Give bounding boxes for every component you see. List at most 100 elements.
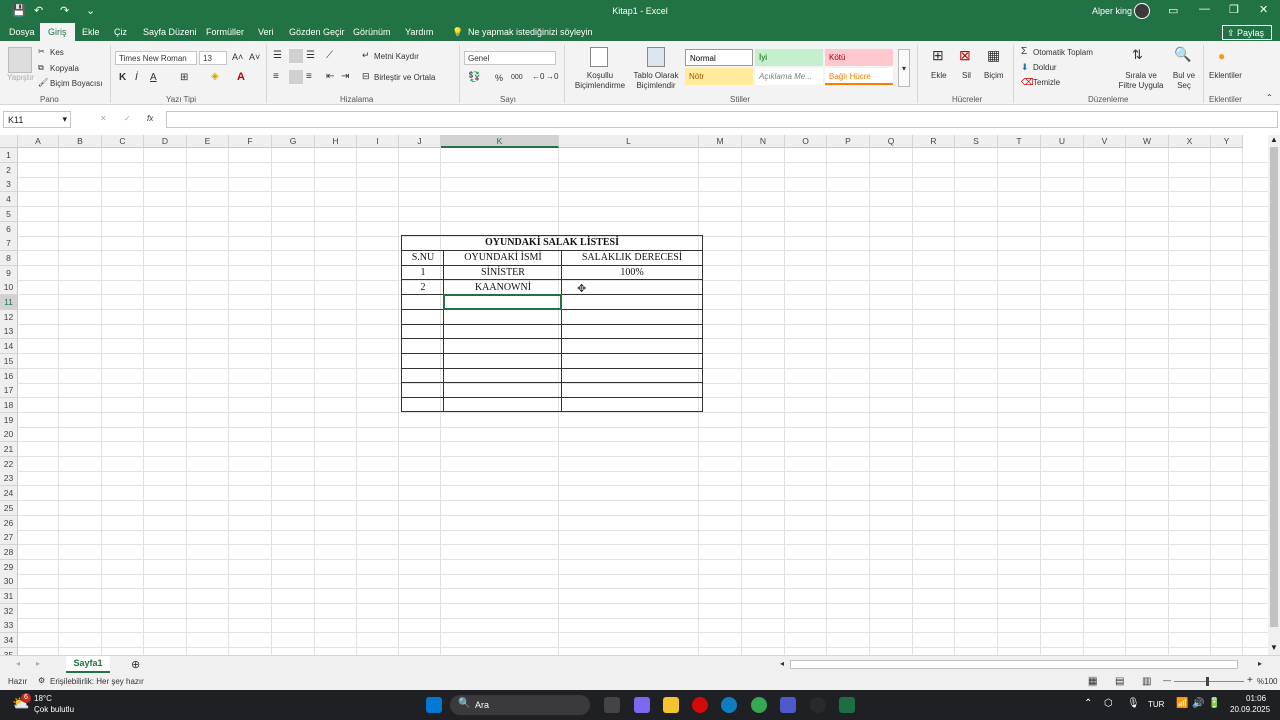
chrome-icon[interactable] bbox=[751, 697, 767, 713]
row-header[interactable]: 29 bbox=[0, 559, 18, 575]
row-header[interactable]: 13 bbox=[0, 324, 18, 340]
bold-button[interactable]: K bbox=[119, 72, 126, 83]
wifi-icon[interactable]: 📶 bbox=[1176, 698, 1188, 709]
avatar[interactable] bbox=[1134, 3, 1150, 19]
clock-date[interactable]: 20.09.2025 bbox=[1230, 705, 1270, 714]
row-header[interactable]: 12 bbox=[0, 309, 18, 325]
sort-filter-button[interactable]: Sırala ve Filtre Uygula bbox=[1116, 71, 1166, 91]
select-all-corner[interactable] bbox=[0, 135, 18, 148]
conditional-format-icon[interactable] bbox=[590, 47, 608, 67]
column-header[interactable]: H bbox=[315, 135, 357, 148]
windows-start-icon[interactable] bbox=[426, 697, 442, 713]
column-header[interactable]: L bbox=[559, 135, 699, 148]
chevron-down-icon[interactable]: ▾ bbox=[62, 114, 67, 125]
row-header[interactable]: 18 bbox=[0, 397, 18, 413]
scroll-down-icon[interactable]: ▼ bbox=[1270, 643, 1278, 652]
row-header[interactable]: 32 bbox=[0, 603, 18, 619]
task-view-icon[interactable] bbox=[604, 697, 620, 713]
tab-yardim[interactable]: Yardım bbox=[405, 27, 433, 37]
wrap-text-icon[interactable]: ↵ bbox=[362, 50, 370, 61]
copy-icon[interactable]: ⧉ bbox=[38, 63, 44, 73]
column-header[interactable]: M bbox=[699, 135, 742, 148]
row-header[interactable]: 7 bbox=[0, 236, 18, 252]
shrink-font-icon[interactable]: A˅ bbox=[249, 52, 260, 62]
scroll-up-icon[interactable]: ▲ bbox=[1270, 135, 1278, 144]
fill-button[interactable]: Doldur bbox=[1033, 63, 1057, 72]
copy-button[interactable]: Kopyala bbox=[50, 64, 79, 73]
format-button[interactable]: Biçim bbox=[984, 71, 1004, 80]
clear-button[interactable]: Temizle bbox=[1033, 78, 1060, 87]
worksheet-grid[interactable]: ABCDEFGHIJKLMNOPQRSTUVWXY 1 2 3 4 5 6 7 8 9 10 11 1… bbox=[0, 135, 1268, 663]
row-header[interactable]: 10 bbox=[0, 280, 18, 296]
cut-button[interactable]: Kes bbox=[50, 48, 64, 57]
header-salaklik-derecesi[interactable]: SALAKLIK DERECESİ bbox=[562, 251, 702, 265]
column-header[interactable]: O bbox=[785, 135, 827, 148]
grow-font-icon[interactable]: A˄ bbox=[232, 52, 243, 62]
row-header[interactable]: 28 bbox=[0, 544, 18, 560]
row-header[interactable]: 17 bbox=[0, 383, 18, 399]
taskbar-search[interactable]: 🔍 Ara bbox=[450, 695, 590, 715]
percent-button[interactable]: % bbox=[495, 73, 503, 83]
sheet-tab-sayfa1[interactable]: Sayfa1 bbox=[66, 656, 110, 673]
active-cell[interactable] bbox=[443, 294, 562, 310]
column-header[interactable]: Y bbox=[1211, 135, 1243, 148]
header-sira-no[interactable]: S.NU bbox=[402, 251, 444, 265]
eraser-icon[interactable]: ⌫ bbox=[1021, 77, 1034, 88]
hscroll-right-icon[interactable]: ▸ bbox=[1258, 659, 1262, 668]
format-as-table-button[interactable]: Tablo Olarak Biçimlendir bbox=[628, 71, 684, 91]
number-format-select[interactable]: Genel bbox=[464, 51, 556, 65]
row-header[interactable]: 27 bbox=[0, 530, 18, 546]
excel-taskbar-icon[interactable] bbox=[839, 697, 855, 713]
column-header[interactable]: A bbox=[18, 135, 59, 148]
row-header[interactable]: 34 bbox=[0, 633, 18, 649]
row-header[interactable]: 14 bbox=[0, 339, 18, 355]
style-bad[interactable]: Kötü bbox=[825, 49, 893, 66]
column-header[interactable]: V bbox=[1084, 135, 1126, 148]
column-header[interactable]: S bbox=[955, 135, 998, 148]
xbox-icon[interactable] bbox=[810, 697, 826, 713]
align-center-icon[interactable] bbox=[289, 70, 303, 84]
copilot-icon[interactable] bbox=[634, 697, 650, 713]
addins-icon[interactable]: ● bbox=[1218, 49, 1225, 63]
share-button[interactable]: ⇪ Paylaş bbox=[1222, 25, 1272, 40]
horizontal-scroll-thumb[interactable] bbox=[790, 660, 1238, 669]
header-oyundaki-ismi[interactable]: OYUNDAKİ İSMİ bbox=[444, 251, 562, 265]
vertical-scrollbar[interactable]: ▲ ▼ bbox=[1268, 135, 1280, 655]
tab-veri[interactable]: Veri bbox=[258, 27, 274, 37]
font-name-select[interactable]: Times New Roman bbox=[115, 51, 197, 65]
collapse-ribbon-icon[interactable]: ⌃ bbox=[1266, 93, 1273, 102]
zoom-slider-thumb[interactable] bbox=[1206, 677, 1209, 686]
column-header[interactable]: U bbox=[1041, 135, 1084, 148]
style-good[interactable]: İyi bbox=[755, 49, 823, 66]
volume-icon[interactable]: 🔊 bbox=[1192, 698, 1204, 709]
align-middle-icon[interactable] bbox=[289, 49, 303, 63]
edge-icon[interactable] bbox=[721, 697, 737, 713]
add-sheet-icon[interactable]: ⊕ bbox=[131, 658, 140, 671]
row-header[interactable]: 30 bbox=[0, 574, 18, 590]
row-header[interactable]: 5 bbox=[0, 206, 18, 222]
tab-gorunum[interactable]: Görünüm bbox=[353, 27, 391, 37]
align-bottom-icon[interactable]: ☰ bbox=[306, 50, 315, 61]
merge-center-button[interactable]: Birleştir ve Ortala bbox=[374, 73, 435, 82]
table-cell[interactable]: 100% bbox=[562, 266, 702, 280]
prev-sheet-icon[interactable]: ◂ bbox=[16, 659, 20, 668]
font-size-select[interactable]: 13 bbox=[199, 51, 227, 65]
row-header[interactable]: 1 bbox=[0, 148, 18, 163]
hscroll-left-icon[interactable]: ◂ bbox=[780, 659, 784, 668]
decrease-decimal-icon[interactable]: →0 bbox=[546, 72, 558, 81]
row-header[interactable]: 11 bbox=[0, 295, 18, 310]
paintbrush-icon[interactable]: 🖌 bbox=[38, 78, 48, 87]
battery-icon[interactable]: 🔋 bbox=[1208, 698, 1220, 709]
table-format-icon[interactable] bbox=[647, 47, 665, 67]
column-header[interactable]: F bbox=[229, 135, 272, 148]
microphone-icon[interactable]: 🎙 bbox=[1127, 698, 1140, 709]
tab-sayfa-duzeni[interactable]: Sayfa Düzeni bbox=[143, 27, 197, 37]
enter-icon[interactable]: ✓ bbox=[124, 114, 131, 123]
row-header[interactable]: 25 bbox=[0, 500, 18, 516]
style-explanatory[interactable]: Açıklama Me... bbox=[755, 68, 823, 85]
currency-icon[interactable]: 💱 bbox=[468, 72, 480, 83]
underline-button[interactable]: A bbox=[150, 72, 157, 83]
insert-button[interactable]: Ekle bbox=[931, 71, 947, 80]
conditional-format-button[interactable]: Koşullu Biçimlendirme bbox=[570, 71, 630, 91]
fill-color-icon[interactable]: ◈ bbox=[211, 71, 219, 82]
